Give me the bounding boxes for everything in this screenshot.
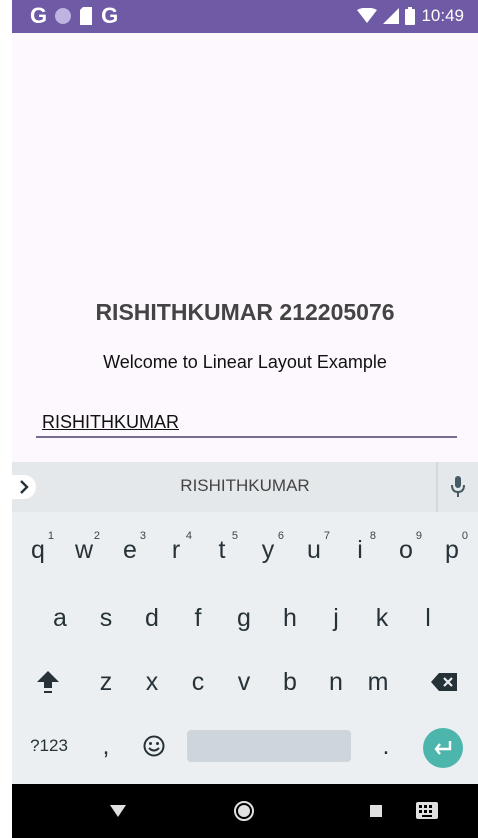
enter-icon xyxy=(434,741,452,755)
comma-key[interactable]: , xyxy=(88,724,124,768)
navigation-bar xyxy=(12,784,478,838)
back-button[interactable] xyxy=(110,805,126,817)
soft-keyboard: RISHITHKUMAR q1 w2 e3 r4 t5 y6 u7 i8 o9 … xyxy=(12,462,478,784)
name-input-value: RISHITHKUMAR xyxy=(42,412,180,432)
period-key[interactable]: . xyxy=(366,724,406,768)
status-bar: G G 10:49 xyxy=(12,0,478,33)
recents-button[interactable] xyxy=(370,805,382,817)
home-button[interactable] xyxy=(233,800,255,822)
sd-card-icon xyxy=(80,7,93,25)
symbols-key[interactable]: ?123 xyxy=(18,724,80,768)
keyboard-switch-icon[interactable] xyxy=(416,802,438,819)
emoji-key[interactable] xyxy=(132,724,176,768)
device-screen: G G 10:49 RISHITHKUMAR 212205076 Welcome… xyxy=(12,0,478,838)
wifi-icon xyxy=(357,8,378,23)
enter-key[interactable] xyxy=(423,728,463,768)
name-input[interactable]: RISHITHKUMAR xyxy=(36,410,457,438)
welcome-text: Welcome to Linear Layout Example xyxy=(103,352,387,372)
page-title: RISHITHKUMAR 212205076 xyxy=(95,299,395,325)
google-notification-icon-2: G xyxy=(101,3,119,28)
battery-icon xyxy=(405,7,416,25)
emoji-icon xyxy=(143,735,165,757)
clock: 10:49 xyxy=(421,6,464,25)
google-notification-icon: G xyxy=(30,3,48,28)
status-left-icons: G G xyxy=(30,4,118,28)
signal-icon xyxy=(383,8,400,24)
keyboard-row-4: ?123 , . xyxy=(12,462,478,784)
circle-icon xyxy=(55,8,72,24)
status-right-icons: 10:49 xyxy=(357,5,464,27)
space-bar[interactable] xyxy=(187,730,351,762)
